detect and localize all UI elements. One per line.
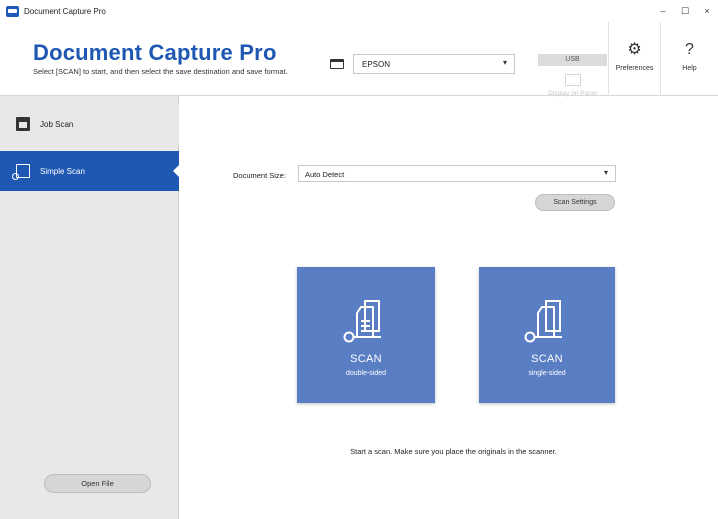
help-icon: ? [685, 41, 694, 58]
display-on-panel-label: Display on Panel [548, 90, 597, 97]
close-button[interactable]: × [696, 6, 718, 16]
scan-hint-text: Start a scan. Make sure you place the or… [350, 447, 557, 456]
simple-scan-icon [12, 164, 30, 180]
document-size-select[interactable]: Auto Detect ▾ [298, 165, 616, 182]
double-sided-scan-icon [343, 300, 381, 343]
window-title: Document Capture Pro [24, 6, 106, 16]
sidebar-item-simple-scan[interactable]: Simple Scan [0, 151, 180, 191]
gear-icon: ⚙ [627, 41, 642, 58]
help-label: Help [682, 65, 697, 72]
scan-single-sided-button[interactable]: SCAN single-sided [479, 267, 615, 403]
document-size-label: Document Size: [233, 171, 286, 180]
chevron-down-icon: ▾ [603, 168, 608, 177]
help-button[interactable]: ? Help [660, 22, 718, 96]
window-controls: – ☐ × [652, 0, 718, 22]
open-file-button[interactable]: Open File [44, 474, 151, 493]
window-titlebar: Document Capture Pro – ☐ × [0, 0, 718, 22]
preferences-label: Preferences [615, 65, 654, 72]
scan-hint: Start a scan. Make sure you place the or… [0, 447, 718, 456]
scan-double-sided-button[interactable]: SCAN double-sided [297, 267, 435, 403]
scan-subtitle: single-sided [528, 370, 566, 377]
chevron-down-icon: ▾ [502, 58, 507, 67]
app-title: Document Capture Pro [33, 40, 277, 65]
scanner-icon [330, 59, 344, 69]
scanner-select-value: EPSON [362, 60, 391, 69]
scan-settings-button[interactable]: Scan Settings [535, 194, 615, 211]
sidebar-item-label: Simple Scan [40, 166, 85, 176]
job-scan-icon [16, 117, 30, 131]
document-size-value: Auto Detect [305, 170, 345, 179]
scan-title: SCAN [350, 353, 382, 365]
app-icon [6, 5, 19, 17]
scan-subtitle: double-sided [345, 370, 387, 377]
app-subtitle: Select [SCAN] to start, and then select … [33, 67, 288, 76]
panel-icon [564, 74, 581, 86]
single-sided-scan-icon [524, 300, 562, 343]
sidebar-item-label: Job Scan [40, 119, 74, 129]
scanner-select[interactable]: EPSON ▾ [353, 54, 515, 74]
scan-title: SCAN [531, 353, 563, 365]
minimize-button[interactable]: – [652, 6, 674, 16]
connection-label: USB [538, 54, 607, 66]
maximize-button[interactable]: ☐ [674, 6, 696, 17]
sidebar-item-job-scan[interactable]: Job Scan [0, 103, 179, 145]
display-on-panel-button[interactable]: Display on Panel [538, 66, 607, 118]
preferences-button[interactable]: ⚙ Preferences [608, 22, 660, 96]
